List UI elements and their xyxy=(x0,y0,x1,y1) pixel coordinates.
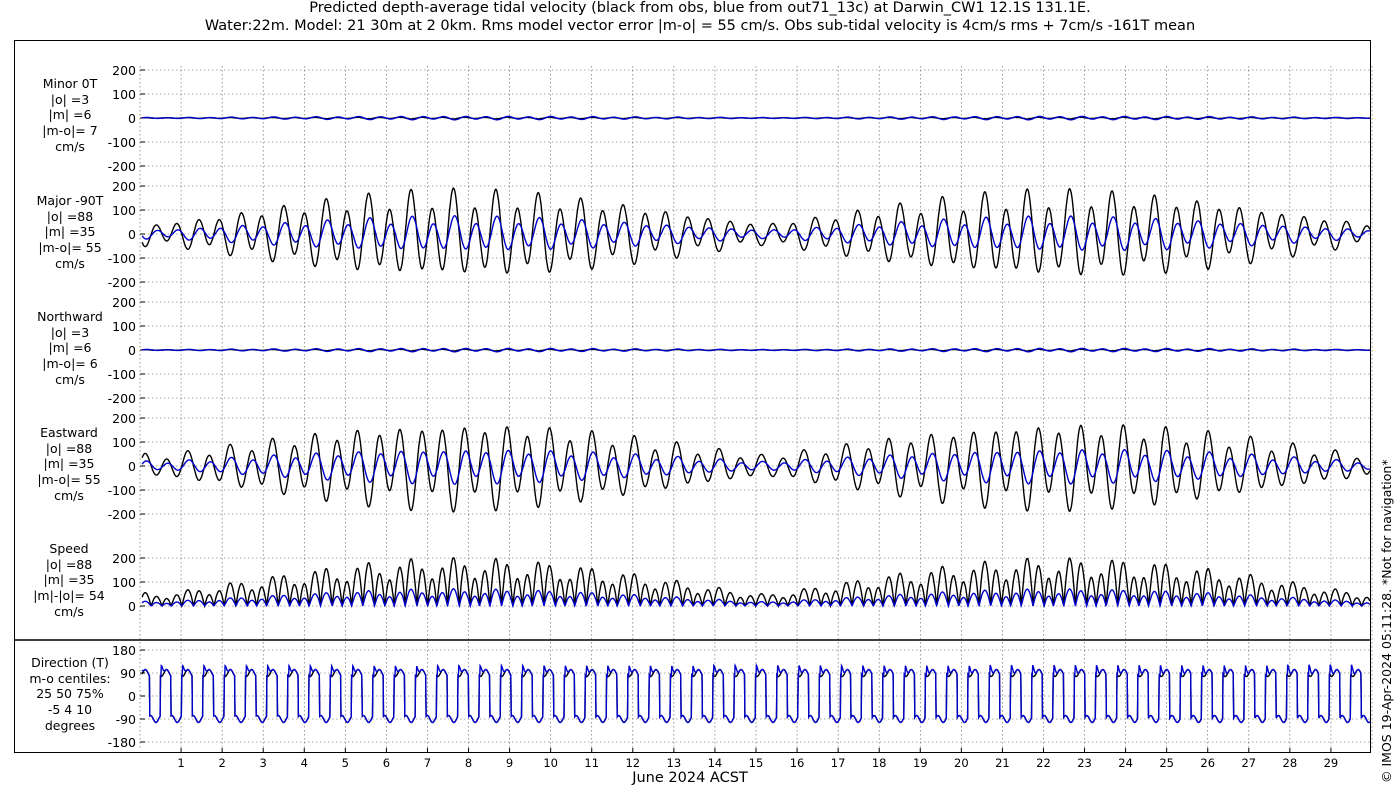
series-line-model-major xyxy=(141,215,1371,251)
tidal-chart xyxy=(14,66,1373,752)
x-tick-label: 10 xyxy=(543,756,558,770)
y-tick-label: -90 xyxy=(115,712,136,727)
x-tick-label: 19 xyxy=(912,756,928,770)
x-tick-label: 3 xyxy=(259,756,267,770)
panel-label-line: cm/s xyxy=(54,487,84,503)
y-tick-label: -100 xyxy=(107,251,136,266)
panel-label-line: |o| =88 xyxy=(45,440,93,456)
x-tick-label: 9 xyxy=(505,756,514,770)
y-tick-label: -100 xyxy=(107,483,136,498)
y-tick-label: 100 xyxy=(112,319,136,334)
x-tick-label: 14 xyxy=(707,756,723,770)
y-tick-label: 200 xyxy=(112,411,136,426)
y-tick-label: 100 xyxy=(112,87,136,102)
x-tick-label: 11 xyxy=(584,756,600,770)
y-tick-label: -200 xyxy=(107,159,136,174)
x-tick-label: 17 xyxy=(830,756,846,770)
y-tick-label: -180 xyxy=(107,735,136,750)
y-tick-label: 0 xyxy=(128,111,136,126)
x-axis-label: June 2024 ACST xyxy=(632,770,748,786)
x-tick-label: 25 xyxy=(1159,756,1174,770)
y-tick-label: -100 xyxy=(107,135,136,150)
y-tick-label: 100 xyxy=(112,435,136,450)
x-tick-label: 20 xyxy=(954,756,969,770)
y-tick-label: 200 xyxy=(112,63,136,78)
y-tick-label: 200 xyxy=(112,295,136,310)
y-tick-label: 180 xyxy=(112,643,136,658)
x-tick-label: 1 xyxy=(177,756,185,770)
y-tick-label: 200 xyxy=(112,551,136,566)
x-tick-label: 23 xyxy=(1077,756,1092,770)
y-tick-label: 100 xyxy=(112,575,136,590)
x-tick-label: 29 xyxy=(1323,756,1339,770)
x-tick-label: 28 xyxy=(1282,756,1298,770)
panel-label-line: |m-o|= 55 xyxy=(37,472,101,488)
x-tick-label: 16 xyxy=(789,756,805,770)
y-tick-label: 100 xyxy=(112,203,136,218)
credit-text: © IMOS 19-Apr-2024 05:11:28. *Not for na… xyxy=(1379,459,1394,783)
y-tick-label: -100 xyxy=(107,367,136,382)
x-tick-label: 15 xyxy=(748,756,764,770)
y-tick-label: -200 xyxy=(107,275,136,290)
y-tick-label: -200 xyxy=(107,507,136,522)
x-tick-label: 18 xyxy=(871,756,887,770)
x-tick-label: 2 xyxy=(218,756,226,770)
x-tick-label: 5 xyxy=(341,756,349,770)
x-tick-label: 27 xyxy=(1241,756,1257,770)
x-tick-label: 21 xyxy=(995,756,1010,770)
y-tick-label: 200 xyxy=(112,179,136,194)
x-tick-label: 7 xyxy=(423,756,432,770)
x-tick-label: 8 xyxy=(464,756,473,770)
x-tick-label: 26 xyxy=(1200,756,1216,770)
panel-label-eastward: Eastward |o| =88 |m| =35 |m-o|= 55 cm/s xyxy=(26,425,112,504)
series-line-obs-major xyxy=(141,187,1371,276)
x-tick-label: 13 xyxy=(666,756,682,770)
panel-label-line: |m| =35 xyxy=(43,456,95,472)
y-tick-label: -200 xyxy=(107,391,136,406)
y-tick-label: 90 xyxy=(120,666,136,681)
y-tick-label: 0 xyxy=(128,227,136,242)
x-tick-label: 4 xyxy=(300,756,308,770)
y-tick-label: 0 xyxy=(128,689,136,704)
x-tick-label: 12 xyxy=(625,756,641,770)
y-tick-label: 0 xyxy=(128,459,136,474)
panel-label-line: Eastward xyxy=(40,425,98,440)
x-tick-label: 24 xyxy=(1118,756,1133,770)
x-tick-label: 6 xyxy=(382,756,391,770)
x-tick-label: 22 xyxy=(1036,756,1051,770)
y-tick-label: 0 xyxy=(128,343,136,358)
y-tick-label: 0 xyxy=(128,599,136,614)
